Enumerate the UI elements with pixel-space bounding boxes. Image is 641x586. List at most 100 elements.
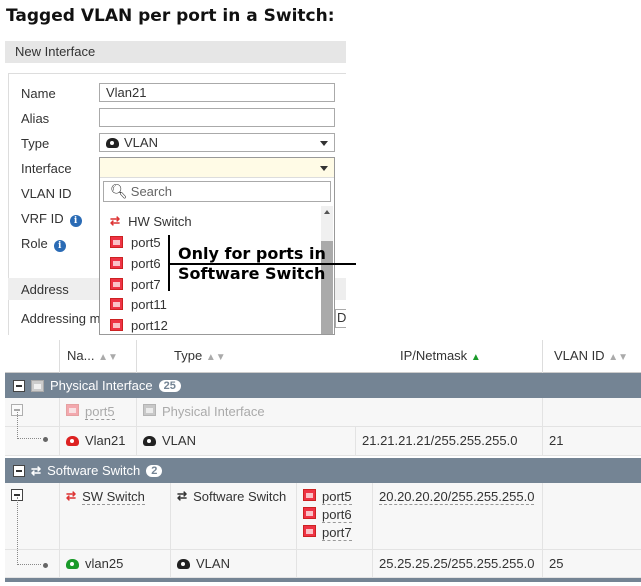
member-name: port6 bbox=[322, 507, 352, 523]
dropdown-item-port12[interactable]: port12 bbox=[110, 315, 168, 335]
role-text: Role bbox=[21, 236, 48, 251]
row-name[interactable]: port5 bbox=[85, 404, 115, 420]
row-type: VLAN bbox=[162, 433, 196, 448]
search-placeholder: Search bbox=[130, 184, 172, 199]
col-ip-label: IP/Netmask bbox=[400, 348, 468, 363]
row-vlan: 21 bbox=[542, 427, 641, 455]
vlan-icon bbox=[66, 436, 79, 446]
table-row[interactable]: port5 Physical Interface bbox=[5, 398, 641, 427]
dropdown-item-port7[interactable]: port7 bbox=[110, 274, 161, 294]
member-list: port5 port6 port7 bbox=[296, 483, 372, 549]
sort-asc-icon: ▲ bbox=[470, 352, 481, 363]
row-ip: 21.21.21.21/255.255.255.0 bbox=[355, 427, 542, 455]
row-type: Physical Interface bbox=[162, 404, 265, 419]
dropdown-item-port11[interactable]: port11 bbox=[110, 294, 167, 314]
port-icon bbox=[303, 489, 316, 501]
port-icon bbox=[110, 257, 123, 269]
addressing-mode-label: Addressing m bbox=[21, 311, 101, 326]
group-label: Software Switch bbox=[47, 463, 141, 478]
item-label: port7 bbox=[131, 276, 161, 292]
item-label: port6 bbox=[131, 255, 161, 271]
table-row[interactable]: vlan25 VLAN 25.25.25.25/255.255.255.0 25 bbox=[5, 550, 641, 578]
port-icon bbox=[110, 236, 123, 248]
dropdown-item-port5[interactable]: port5 bbox=[110, 232, 161, 252]
row-type: Software Switch bbox=[193, 489, 287, 504]
group-label: Physical Interface bbox=[50, 378, 153, 393]
row-name[interactable]: Vlan21 bbox=[85, 433, 125, 448]
type-value: VLAN bbox=[124, 135, 158, 150]
sort-icon: ▲▼ bbox=[205, 352, 226, 363]
port-icon bbox=[31, 379, 44, 392]
col-vlan[interactable]: VLAN ID ▲▼ bbox=[542, 340, 641, 373]
vlanid-label: VLAN ID bbox=[21, 186, 72, 201]
tree-node-dot bbox=[43, 437, 48, 442]
vlan-icon bbox=[143, 436, 156, 446]
search-input[interactable]: 🔍︎ Search bbox=[103, 181, 331, 202]
switch-icon: ⇄ bbox=[177, 489, 188, 503]
group-software-switch[interactable]: ⇄ Software Switch 2 bbox=[5, 458, 641, 483]
alias-label: Alias bbox=[21, 111, 50, 126]
role-label: Role i bbox=[21, 236, 66, 252]
vlan-icon bbox=[66, 559, 79, 569]
dropdown-item-port6[interactable]: port6 bbox=[110, 253, 161, 273]
page-title: Tagged VLAN per port in a Switch: bbox=[6, 6, 335, 26]
chevron-down-icon bbox=[320, 141, 328, 146]
member-name: port5 bbox=[322, 489, 352, 505]
port-icon bbox=[110, 298, 123, 310]
row-name[interactable]: vlan25 bbox=[85, 556, 123, 571]
name-label: Name bbox=[21, 86, 56, 101]
col-type[interactable]: Type ▲▼ IP/Netmask ▲ bbox=[136, 340, 542, 373]
member-item[interactable]: port5 bbox=[303, 489, 352, 505]
name-input[interactable]: Vlan21 bbox=[99, 83, 335, 102]
col-vlan-label: VLAN ID bbox=[554, 348, 605, 363]
count-badge: 25 bbox=[158, 379, 181, 392]
row-vlan: 25 bbox=[542, 550, 641, 577]
table-header: Na... ▲▼ Type ▲▼ IP/Netmask ▲ VLAN ID ▲▼ bbox=[5, 340, 641, 373]
addressing-mode-fragment[interactable]: D bbox=[335, 309, 346, 328]
collapse-icon[interactable] bbox=[13, 464, 25, 477]
row-type: VLAN bbox=[196, 556, 230, 571]
sort-icon: ▲▼ bbox=[608, 352, 628, 363]
item-label: port5 bbox=[131, 234, 161, 250]
row-name[interactable]: SW Switch bbox=[82, 489, 145, 505]
row-ip: 25.25.25.25/255.255.255.0 bbox=[372, 550, 542, 577]
row-ip: 20.20.20.20/255.255.255.0 bbox=[379, 489, 535, 505]
col-name[interactable]: Na... ▲▼ bbox=[59, 340, 136, 373]
vlan-icon bbox=[106, 137, 119, 148]
interface-select[interactable] bbox=[100, 158, 334, 178]
vlan-icon bbox=[177, 559, 190, 569]
col-ip[interactable]: IP/Netmask ▲ bbox=[400, 348, 481, 363]
member-item[interactable]: port6 bbox=[303, 507, 352, 523]
port-icon bbox=[110, 319, 123, 331]
vrfid-text: VRF ID bbox=[21, 211, 64, 226]
switch-icon: ⇄ bbox=[31, 463, 42, 478]
vrfid-label: VRF ID i bbox=[21, 211, 82, 227]
port-icon bbox=[303, 507, 316, 519]
info-icon[interactable]: i bbox=[53, 240, 66, 252]
alias-input[interactable] bbox=[99, 108, 335, 127]
search-icon: 🔍︎ bbox=[110, 183, 128, 199]
type-select[interactable]: VLAN bbox=[99, 133, 335, 152]
tree-connector bbox=[17, 412, 41, 439]
item-label: HW Switch bbox=[128, 213, 192, 229]
count-badge: 2 bbox=[146, 464, 163, 477]
dropdown-item-hw-switch[interactable]: ⇄ HW Switch bbox=[110, 211, 192, 231]
type-label: Type bbox=[21, 136, 50, 151]
item-label: port11 bbox=[131, 296, 167, 312]
tree-connector bbox=[17, 497, 41, 565]
port-icon bbox=[303, 525, 316, 537]
info-icon[interactable]: i bbox=[69, 215, 82, 227]
table-footer-bar bbox=[5, 578, 641, 582]
collapse-icon[interactable] bbox=[13, 379, 25, 392]
group-physical-interface[interactable]: Physical Interface 25 bbox=[5, 373, 641, 398]
annotation-text-2: Software Switch bbox=[178, 264, 326, 283]
port-icon bbox=[110, 278, 123, 290]
table-row[interactable]: ⇄ SW Switch ⇄ Software Switch port5 port6 … bbox=[5, 483, 641, 550]
col-type-label: Type bbox=[174, 348, 203, 363]
member-item[interactable]: port7 bbox=[303, 525, 352, 541]
table-row[interactable]: Vlan21 VLAN 21.21.21.21/255.255.255.0 21 bbox=[5, 427, 641, 456]
panel-header: New Interface bbox=[5, 41, 346, 63]
tree-node-dot bbox=[43, 563, 48, 568]
port-icon bbox=[143, 404, 156, 416]
scroll-up-icon[interactable] bbox=[324, 210, 330, 214]
